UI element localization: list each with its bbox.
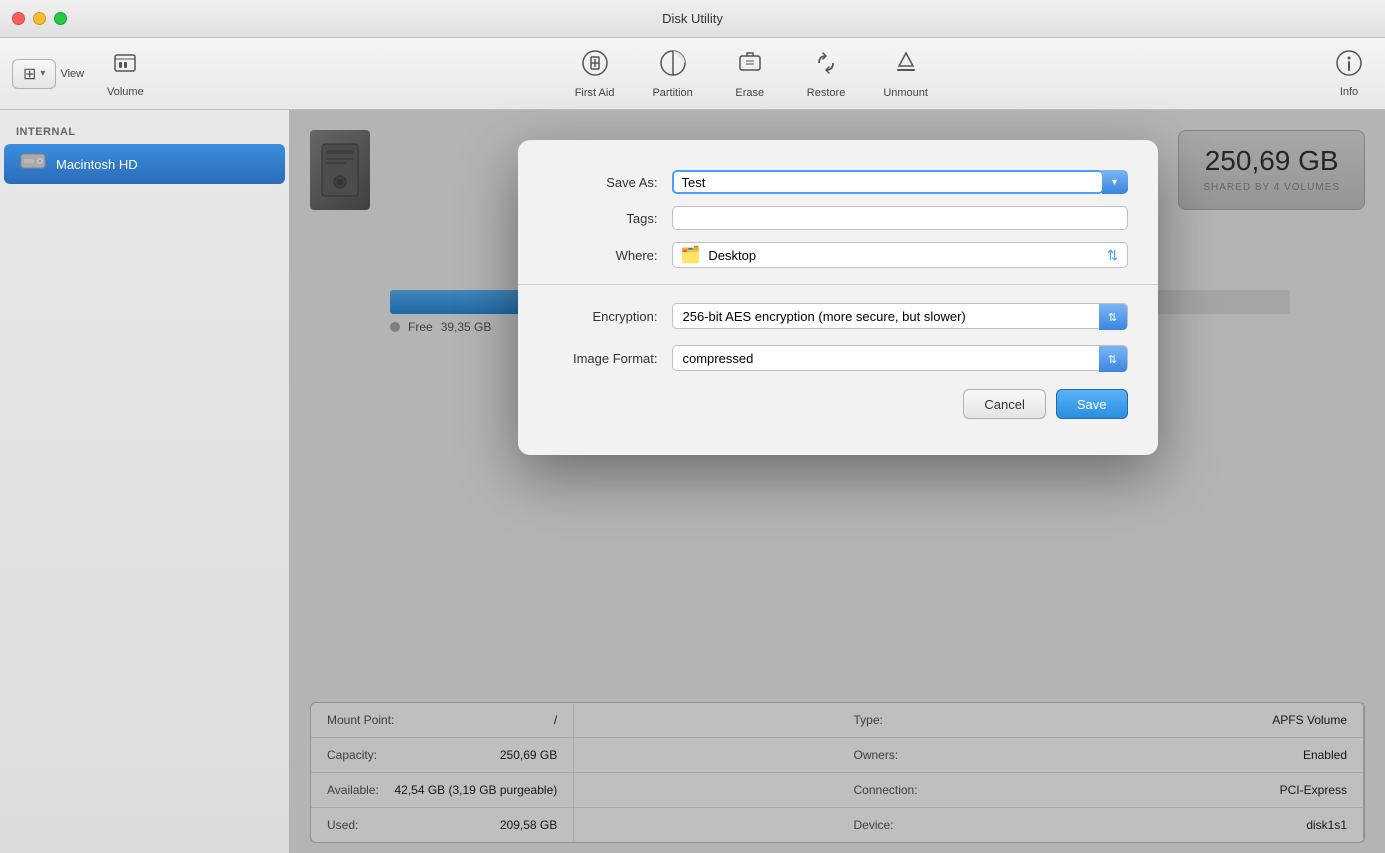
save-button[interactable]: Save xyxy=(1056,389,1128,419)
volume-icon xyxy=(111,49,139,82)
image-format-value: compressed xyxy=(683,351,1117,366)
toolbar-left: ⊞ ▾ View Volume xyxy=(12,43,158,104)
encryption-row: Encryption: 256-bit AES encryption (more… xyxy=(518,295,1158,337)
info-label: Info xyxy=(1340,86,1358,98)
close-button[interactable] xyxy=(12,12,25,25)
tags-input[interactable] xyxy=(672,206,1128,230)
save-as-input[interactable] xyxy=(672,170,1104,194)
window-title: Disk Utility xyxy=(662,11,723,26)
view-toggle-button[interactable]: ⊞ ▾ xyxy=(12,59,56,89)
partition-icon xyxy=(658,48,688,83)
save-as-label: Save As: xyxy=(548,175,658,190)
save-dialog: Save As: ▾ Tags: Where: xyxy=(518,140,1158,455)
encryption-label: Encryption: xyxy=(548,309,658,324)
encryption-arrow-button[interactable]: ⇅ xyxy=(1099,304,1127,330)
image-format-row: Image Format: compressed ⇅ xyxy=(518,337,1158,379)
volume-label: Volume xyxy=(107,86,144,98)
firstaid-label: First Aid xyxy=(575,87,615,99)
firstaid-button[interactable]: First Aid xyxy=(559,42,631,105)
where-arrows[interactable]: ⇅ xyxy=(1107,247,1119,264)
encryption-select[interactable]: 256-bit AES encryption (more secure, but… xyxy=(672,303,1128,329)
title-bar: Disk Utility xyxy=(0,0,1385,38)
sidebar: Internal Macintosh HD xyxy=(0,110,290,853)
encryption-value: 256-bit AES encryption (more secure, but… xyxy=(683,309,1117,324)
dialog-divider xyxy=(518,284,1158,285)
partition-label: Partition xyxy=(652,87,692,99)
toolbar-center: First Aid Partition Erase xyxy=(178,42,1325,105)
save-as-dropdown-button[interactable]: ▾ xyxy=(1102,170,1128,194)
image-format-label: Image Format: xyxy=(548,351,658,366)
image-format-arrow-button[interactable]: ⇅ xyxy=(1099,346,1127,372)
content-area: 250,69 GB SHARED BY 4 VOLUMES Free 39,35… xyxy=(290,110,1385,853)
restore-button[interactable]: Restore xyxy=(791,42,862,105)
grid-icon: ⊞ xyxy=(23,64,36,84)
dialog-body: Save As: ▾ Tags: Where: xyxy=(518,140,1158,435)
where-select[interactable]: 🗂️ Desktop ⇅ xyxy=(672,242,1128,268)
sidebar-item-macintosh-hd[interactable]: Macintosh HD xyxy=(4,144,285,184)
erase-button[interactable]: Erase xyxy=(715,42,785,105)
image-format-select[interactable]: compressed ⇅ xyxy=(672,345,1128,371)
unmount-button[interactable]: Unmount xyxy=(867,42,944,105)
sidebar-section-internal: Internal xyxy=(0,122,289,142)
where-row: Where: 🗂️ Desktop ⇅ xyxy=(518,236,1158,274)
restore-icon xyxy=(811,48,841,83)
maximize-button[interactable] xyxy=(54,12,67,25)
view-label: View xyxy=(60,68,84,80)
disk-icon xyxy=(20,150,46,178)
main-container: Internal Macintosh HD xyxy=(0,110,1385,853)
volume-button[interactable]: Volume xyxy=(93,43,158,104)
erase-label: Erase xyxy=(735,87,764,99)
firstaid-icon xyxy=(580,48,610,83)
folder-icon: 🗂️ xyxy=(681,245,701,265)
traffic-lights xyxy=(12,12,67,25)
minimize-button[interactable] xyxy=(33,12,46,25)
restore-label: Restore xyxy=(807,87,846,99)
save-as-row: Save As: ▾ xyxy=(518,164,1158,200)
erase-icon xyxy=(735,48,765,83)
chevron-down-icon: ▾ xyxy=(40,68,45,79)
tags-label: Tags: xyxy=(548,211,658,226)
unmount-label: Unmount xyxy=(883,87,928,99)
where-label: Where: xyxy=(548,248,658,263)
unmount-icon xyxy=(891,48,921,83)
cancel-button[interactable]: Cancel xyxy=(963,389,1045,419)
tags-row: Tags: xyxy=(518,200,1158,236)
sidebar-item-label: Macintosh HD xyxy=(56,157,138,172)
dialog-footer: Cancel Save xyxy=(518,379,1158,419)
dialog-overlay: Save As: ▾ Tags: Where: xyxy=(290,110,1385,853)
toolbar: ⊞ ▾ View Volume xyxy=(0,38,1385,110)
info-icon xyxy=(1335,49,1363,82)
where-value: Desktop xyxy=(708,248,1098,263)
toolbar-right: Info xyxy=(1325,43,1373,104)
partition-button[interactable]: Partition xyxy=(636,42,708,105)
info-button[interactable]: Info xyxy=(1325,43,1373,104)
